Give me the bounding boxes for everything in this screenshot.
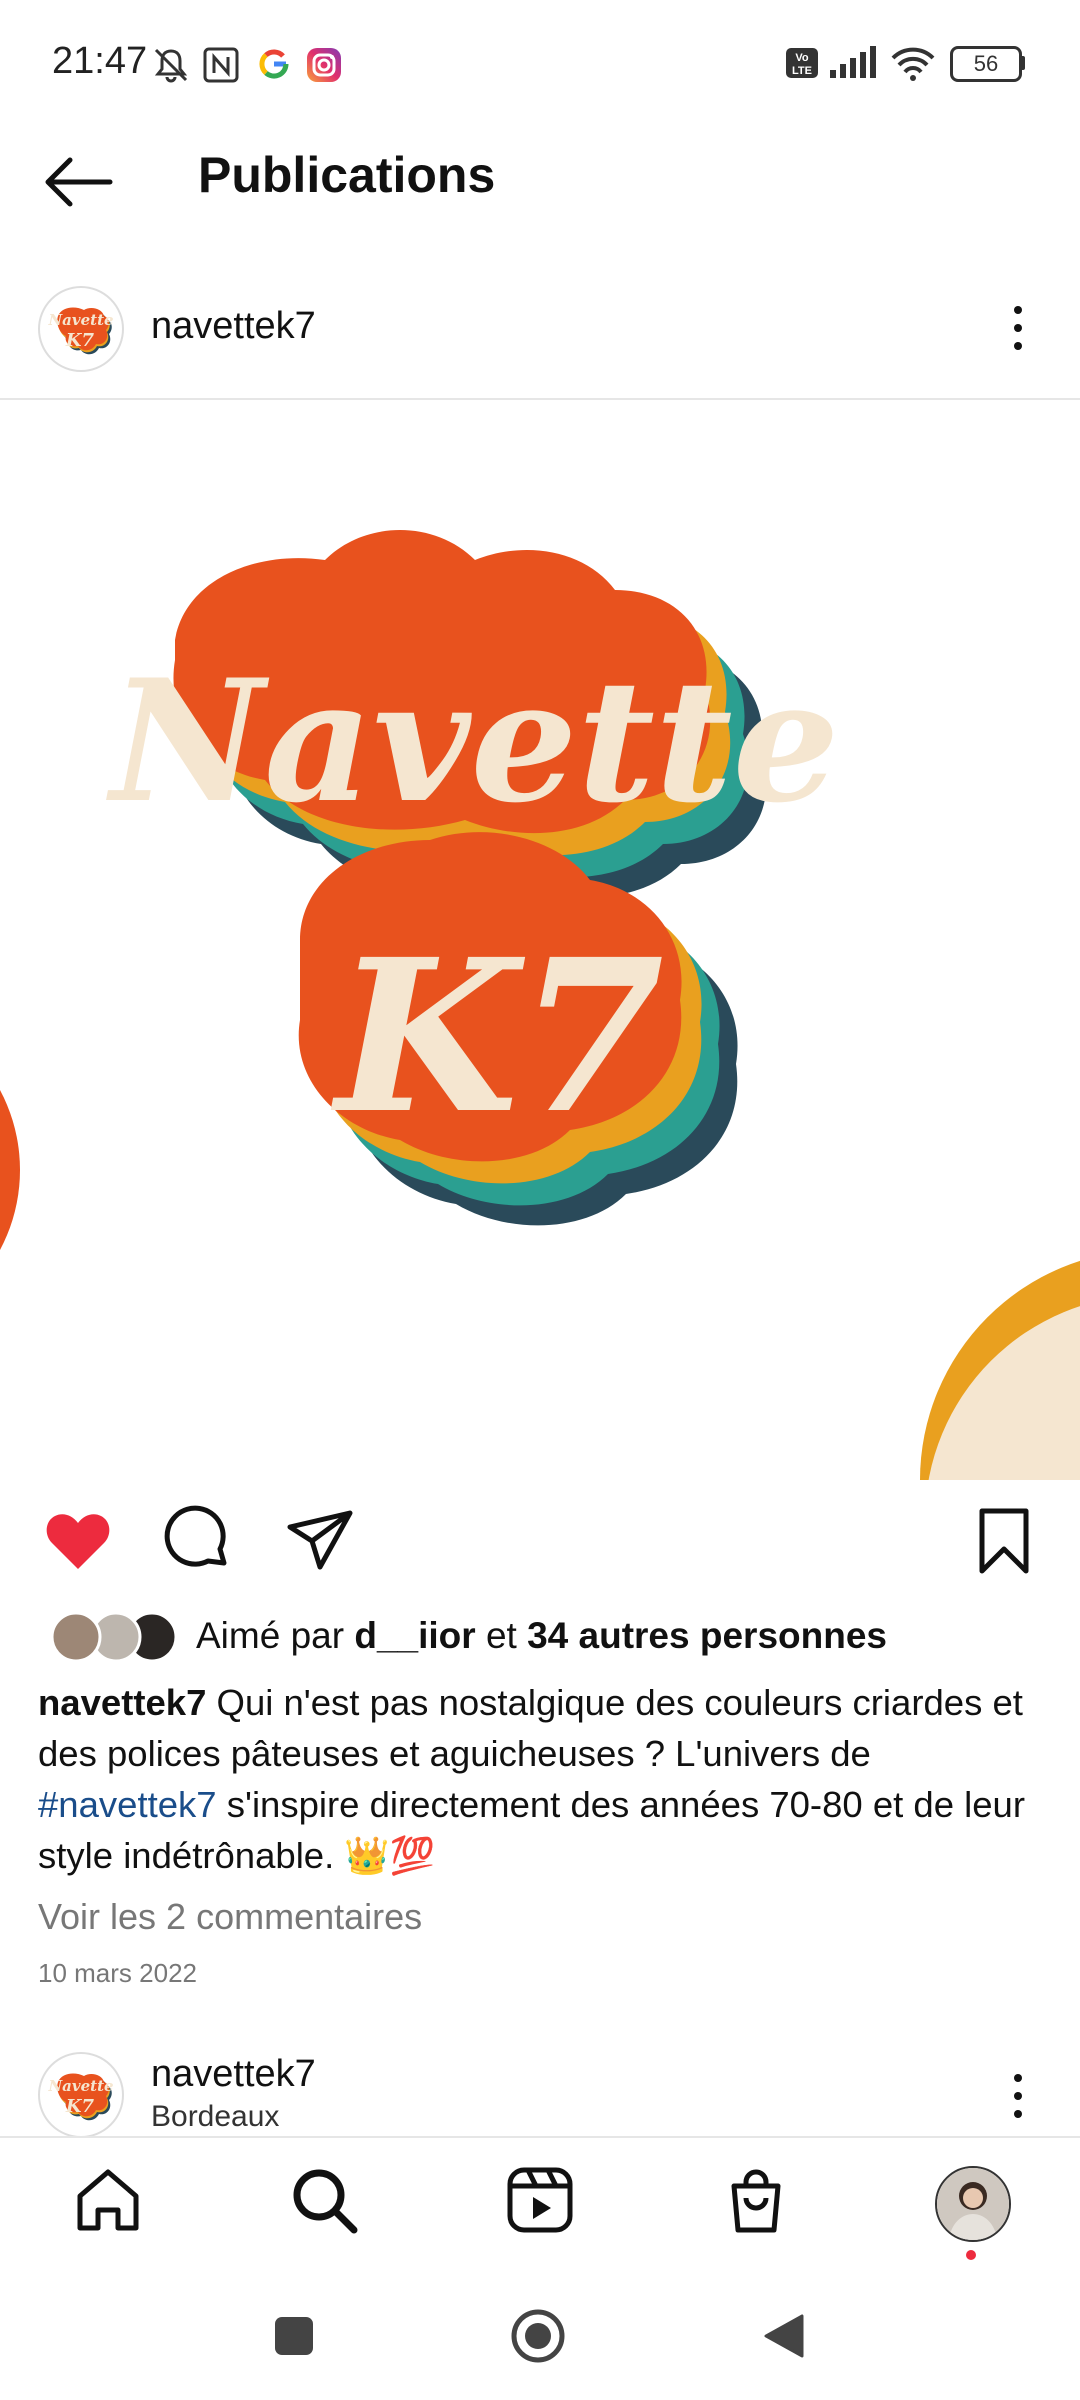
liked-by-avatars[interactable] <box>42 1610 182 1664</box>
battery-icon: 56 <box>950 46 1022 82</box>
mute-bell-icon <box>154 48 188 83</box>
notification-dot <box>966 2250 976 2260</box>
post-caption: navettek7 Qui n'est pas nostalgique des … <box>38 1677 1038 1881</box>
comment-icon[interactable] <box>162 1505 234 1577</box>
svg-text:Navette: Navette <box>47 311 113 329</box>
post-avatar[interactable]: Navette K7 <box>38 286 124 372</box>
likes-others[interactable]: 34 autres personnes <box>527 1615 887 1656</box>
more-options-icon[interactable] <box>1000 2068 1036 2124</box>
svg-text:K7: K7 <box>65 330 95 351</box>
google-icon <box>259 49 289 79</box>
like-heart-icon[interactable] <box>42 1505 114 1577</box>
profile-photo <box>937 2168 1009 2240</box>
post-date: 10 mars 2022 <box>38 1958 197 1988</box>
likes-middle: et <box>475 1615 528 1656</box>
navettek7-logo-icon: Navette K7 <box>47 2073 114 2121</box>
logo-line2: K7 <box>331 913 665 1160</box>
recents-square-icon[interactable] <box>272 2314 316 2358</box>
search-icon[interactable] <box>288 2164 360 2236</box>
signal-icon <box>830 46 876 78</box>
volte-icon: Vo LTE <box>786 48 818 78</box>
system-nav-bar <box>0 2276 1080 2400</box>
next-post-location[interactable]: Bordeaux <box>151 2100 279 2134</box>
home-circle-icon[interactable] <box>510 2308 566 2364</box>
bookmark-icon[interactable] <box>968 1505 1040 1577</box>
post-image[interactable]: Navette K7 <box>0 400 1080 1480</box>
caption-hashtag[interactable]: #navettek7 <box>38 1784 217 1825</box>
home-icon[interactable] <box>72 2164 144 2236</box>
likes-prefix: Aimé par <box>196 1615 355 1656</box>
battery-tip <box>1020 56 1025 70</box>
instagram-icon <box>307 48 341 82</box>
status-bar: 21:47 Vo LTE 56 <box>0 0 1080 130</box>
page-title: Publications <box>198 147 496 203</box>
share-send-icon[interactable] <box>284 1505 356 1577</box>
likes-user[interactable]: d__iior <box>354 1615 475 1656</box>
likes-summary[interactable]: Aimé par d__iior et 34 autres personnes <box>196 1615 887 1657</box>
navettek7-logo-icon: Navette K7 <box>47 307 114 355</box>
left-decor-circle <box>0 1090 20 1250</box>
status-time: 21:47 <box>52 40 148 82</box>
post-username[interactable]: navettek7 <box>151 305 316 348</box>
svg-text:K7: K7 <box>65 2096 95 2117</box>
svg-text:Navette: Navette <box>47 2077 113 2095</box>
caption-username[interactable]: navettek7 <box>38 1682 206 1723</box>
next-post-username[interactable]: navettek7 <box>151 2053 316 2096</box>
shop-icon[interactable] <box>720 2164 792 2236</box>
nfc-icon <box>203 47 239 83</box>
navette-k7-logo: Navette K7 <box>0 530 1080 1480</box>
view-comments-link[interactable]: Voir les 2 commentaires <box>38 1896 422 1938</box>
profile-avatar[interactable] <box>935 2166 1011 2242</box>
wifi-icon <box>891 47 935 81</box>
reels-icon[interactable] <box>504 2164 576 2236</box>
logo-line1: Navette <box>105 642 839 840</box>
svg-text:Vo: Vo <box>795 52 809 64</box>
more-options-icon[interactable] <box>1000 300 1036 356</box>
next-post-avatar[interactable]: Navette K7 <box>38 2052 124 2138</box>
arrow-left-icon[interactable] <box>40 150 120 214</box>
svg-text:LTE: LTE <box>792 65 812 77</box>
back-triangle-icon[interactable] <box>760 2312 808 2360</box>
